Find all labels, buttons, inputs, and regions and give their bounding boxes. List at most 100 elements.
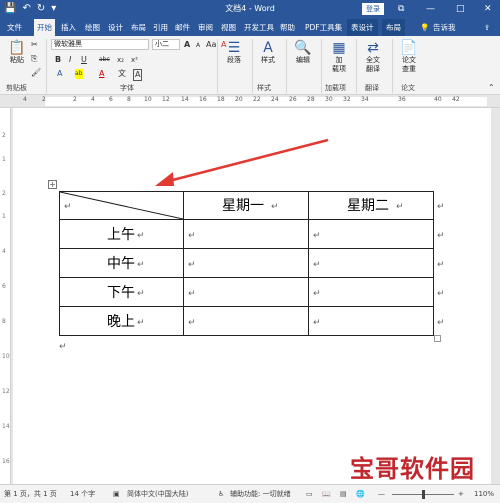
- bold-button[interactable]: B: [55, 55, 61, 65]
- redo-icon[interactable]: ↻: [37, 3, 45, 15]
- ruler-number: 4: [23, 96, 27, 103]
- share-icon[interactable]: ⇪: [484, 19, 490, 36]
- table-cell[interactable]: ↵: [184, 278, 309, 307]
- table-cell[interactable]: ↵: [184, 307, 309, 336]
- table-cell[interactable]: ↵: [184, 220, 309, 249]
- subscript-button[interactable]: x₂: [117, 55, 124, 65]
- superscript-button[interactable]: x²: [131, 55, 138, 65]
- vertical-scrollbar[interactable]: [491, 108, 500, 484]
- tab-table-layout[interactable]: 布局: [382, 19, 405, 36]
- cut-icon[interactable]: ✂: [31, 40, 38, 50]
- font-size-input[interactable]: 小二: [152, 39, 180, 50]
- ruler-number: 6: [2, 283, 6, 290]
- row-label-cell[interactable]: 晚上 ↵: [59, 307, 184, 336]
- word-count[interactable]: 14 个字: [70, 485, 95, 503]
- translate-button[interactable]: ⇄ 全文 翻译: [360, 40, 386, 74]
- web-layout-icon[interactable]: 🌐: [356, 485, 365, 503]
- grow-font-button[interactable]: A: [184, 40, 190, 50]
- arrow-head: [155, 172, 174, 186]
- styles-group-label: 样式: [257, 84, 271, 92]
- paragraph-mark: ↵: [396, 202, 404, 212]
- close-icon[interactable]: ✕: [484, 2, 492, 16]
- tab-design[interactable]: 设计: [108, 19, 123, 36]
- table-cell[interactable]: ↵: [309, 307, 434, 336]
- zoom-out-button[interactable]: —: [378, 485, 385, 503]
- row-label-cell[interactable]: 中午 ↵: [59, 249, 184, 278]
- paper-check-button[interactable]: 📄 论文 查重: [396, 40, 422, 74]
- ribbon-display-icon[interactable]: ⧉: [398, 2, 404, 16]
- tab-mailings[interactable]: 邮件: [175, 19, 190, 36]
- proofing-icon[interactable]: ▣: [113, 485, 120, 503]
- document-page[interactable]: + ↵ 星期一 ↵ 星期二 ↵ 上午 ↵ ↵ ↵ 中午 ↵ ↵ ↵ 下午 ↵ ↵…: [13, 108, 491, 484]
- ruler-number: 10: [144, 96, 152, 103]
- header-cell-tuesday[interactable]: 星期二 ↵: [309, 191, 434, 220]
- zoom-level[interactable]: 110%: [474, 485, 494, 503]
- paragraph-button[interactable]: ☰ 段落: [222, 40, 246, 65]
- font-color-button[interactable]: A: [99, 69, 104, 79]
- font-name-input[interactable]: 微软雅黑: [51, 39, 149, 50]
- language[interactable]: 简体中文(中国大陆): [127, 485, 188, 503]
- addins-button[interactable]: ▦ 加 载项: [327, 40, 351, 74]
- table-resize-handle[interactable]: [434, 335, 441, 342]
- minimize-icon[interactable]: —: [426, 2, 435, 16]
- tab-layout[interactable]: 布局: [131, 19, 146, 36]
- addins-group-label: 加载项: [325, 84, 346, 92]
- copy-icon[interactable]: ⎘: [31, 54, 37, 64]
- maximize-icon[interactable]: □: [456, 2, 465, 16]
- diagonal-header-cell[interactable]: ↵: [59, 191, 184, 220]
- char-border-button[interactable]: A: [133, 69, 143, 81]
- undo-icon[interactable]: ↶: [22, 3, 30, 15]
- table-cell[interactable]: ↵: [309, 249, 434, 278]
- header-cell-monday[interactable]: 星期一 ↵: [184, 191, 309, 220]
- tab-view[interactable]: 视图: [221, 19, 236, 36]
- table-cell[interactable]: ↵: [184, 249, 309, 278]
- tab-insert[interactable]: 插入: [61, 19, 76, 36]
- paper-group-label: 论文: [401, 84, 415, 92]
- save-icon[interactable]: 💾: [4, 3, 16, 15]
- schedule-table[interactable]: ↵ 星期一 ↵ 星期二 ↵ 上午 ↵ ↵ ↵ 中午 ↵ ↵ ↵ 下午 ↵ ↵ ↵…: [59, 191, 434, 336]
- vertical-ruler[interactable]: 2 1 2 1 4 6 8 10 12 14 16: [0, 108, 11, 484]
- login-button[interactable]: 登录: [362, 3, 384, 15]
- editing-button[interactable]: 🔍 编辑: [291, 40, 315, 65]
- ruler-number: 30: [325, 96, 333, 103]
- divider: [46, 39, 47, 93]
- horizontal-ruler[interactable]: 4 2 2 4 6 8 10 12 14 16 18 20 22 24 26 2…: [0, 95, 500, 108]
- shrink-font-button[interactable]: A: [196, 41, 200, 51]
- tab-help[interactable]: 帮助: [280, 19, 295, 36]
- zoom-slider-thumb[interactable]: [422, 490, 425, 499]
- focus-mode-icon[interactable]: ▭: [306, 485, 313, 503]
- change-case-button[interactable]: Aa: [206, 40, 216, 50]
- format-painter-icon[interactable]: 🖌: [31, 68, 41, 78]
- table-cell[interactable]: ↵: [309, 278, 434, 307]
- read-mode-icon[interactable]: 📖: [322, 485, 331, 503]
- tab-review[interactable]: 审阅: [198, 19, 213, 36]
- paste-button[interactable]: 📋 粘贴: [6, 40, 28, 65]
- text-effects-button[interactable]: A: [57, 69, 62, 79]
- tab-pdf-tools[interactable]: PDF工具集: [305, 19, 342, 36]
- collapse-ribbon-icon[interactable]: ⌃: [488, 83, 495, 93]
- tab-table-design[interactable]: 表设计: [347, 19, 378, 36]
- strikethrough-button[interactable]: abc: [99, 55, 110, 65]
- table-move-handle-icon[interactable]: +: [48, 180, 57, 189]
- print-layout-icon[interactable]: ▤: [340, 485, 347, 503]
- highlight-button[interactable]: ab: [75, 69, 83, 79]
- customize-qat-icon[interactable]: ▾: [51, 3, 56, 15]
- accessibility-status[interactable]: 辅助功能: 一切就绪: [230, 485, 291, 503]
- header-tuesday: 星期二: [347, 198, 389, 214]
- table-cell[interactable]: ↵: [309, 220, 434, 249]
- tab-references[interactable]: 引用: [153, 19, 168, 36]
- tell-me-search[interactable]: 告诉我: [433, 19, 456, 36]
- tab-home[interactable]: 开始: [34, 19, 55, 36]
- tab-draw[interactable]: 绘图: [85, 19, 100, 36]
- styles-button[interactable]: A 样式: [256, 40, 280, 65]
- tab-developer[interactable]: 开发工具: [244, 19, 274, 36]
- italic-button[interactable]: I: [69, 55, 71, 65]
- row-label-cell[interactable]: 上午 ↵: [59, 220, 184, 249]
- page-count[interactable]: 第 1 页，共 1 页: [4, 485, 57, 503]
- row-label-cell[interactable]: 下午 ↵: [59, 278, 184, 307]
- zoom-in-button[interactable]: +: [458, 485, 464, 503]
- phonetic-guide-button[interactable]: 文: [118, 69, 126, 79]
- underline-button[interactable]: U: [81, 55, 87, 65]
- tab-file[interactable]: 文件: [7, 19, 22, 36]
- accessibility-icon[interactable]: ♿: [218, 485, 224, 503]
